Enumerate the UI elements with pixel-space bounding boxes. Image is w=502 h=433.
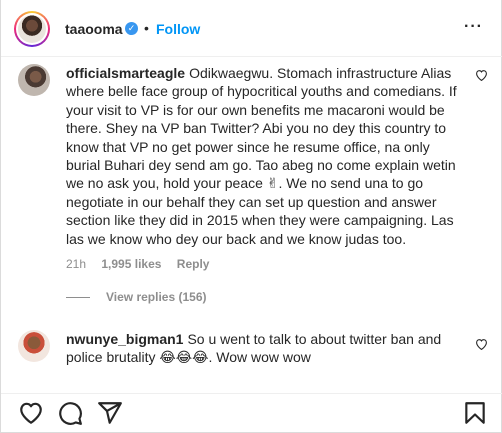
comment-body: officialsmarteagle Odikwaegwu. Stomach in…: [66, 64, 466, 248]
commenter-avatar[interactable]: [18, 64, 50, 96]
verified-badge-icon: ✓: [125, 22, 138, 35]
post-author-username[interactable]: taaooma: [65, 21, 123, 37]
comment-likes[interactable]: 1,995 likes: [101, 257, 161, 271]
heart-icon[interactable]: [475, 338, 488, 353]
heart-icon[interactable]: [475, 69, 488, 84]
comment-text: Odikwaegwu. Stomach infrastructure Alias…: [66, 65, 457, 247]
post-comments-panel: taaooma ✓ • Follow ··· officialsmarteagl…: [0, 0, 502, 433]
reply-button[interactable]: Reply: [177, 257, 210, 271]
commenter-username[interactable]: officialsmarteagle: [66, 65, 185, 81]
comment-timestamp[interactable]: 21h: [66, 257, 86, 271]
follow-button[interactable]: Follow: [156, 21, 200, 37]
post-header: taaooma ✓ • Follow ···: [1, 0, 502, 57]
comment-body: nwunye_bigman1 So u went to talk to about…: [66, 330, 466, 367]
commenter-avatar[interactable]: [18, 330, 50, 362]
bookmark-icon[interactable]: [462, 400, 488, 426]
comment-icon[interactable]: [57, 400, 83, 426]
view-replies-label[interactable]: View replies (156): [106, 290, 207, 304]
more-options-icon[interactable]: ···: [464, 19, 483, 35]
heart-icon[interactable]: [18, 400, 44, 426]
separator-dot: •: [144, 20, 149, 36]
replies-divider: [66, 297, 90, 299]
commenter-username[interactable]: nwunye_bigman1: [66, 331, 183, 347]
share-icon[interactable]: [97, 400, 123, 426]
profile-picture: [18, 15, 46, 43]
view-replies-button[interactable]: View replies (156): [66, 290, 207, 304]
post-action-bar: [1, 393, 502, 433]
comment-meta: 21h 1,995 likes Reply: [66, 257, 221, 271]
avatar[interactable]: [14, 11, 50, 47]
